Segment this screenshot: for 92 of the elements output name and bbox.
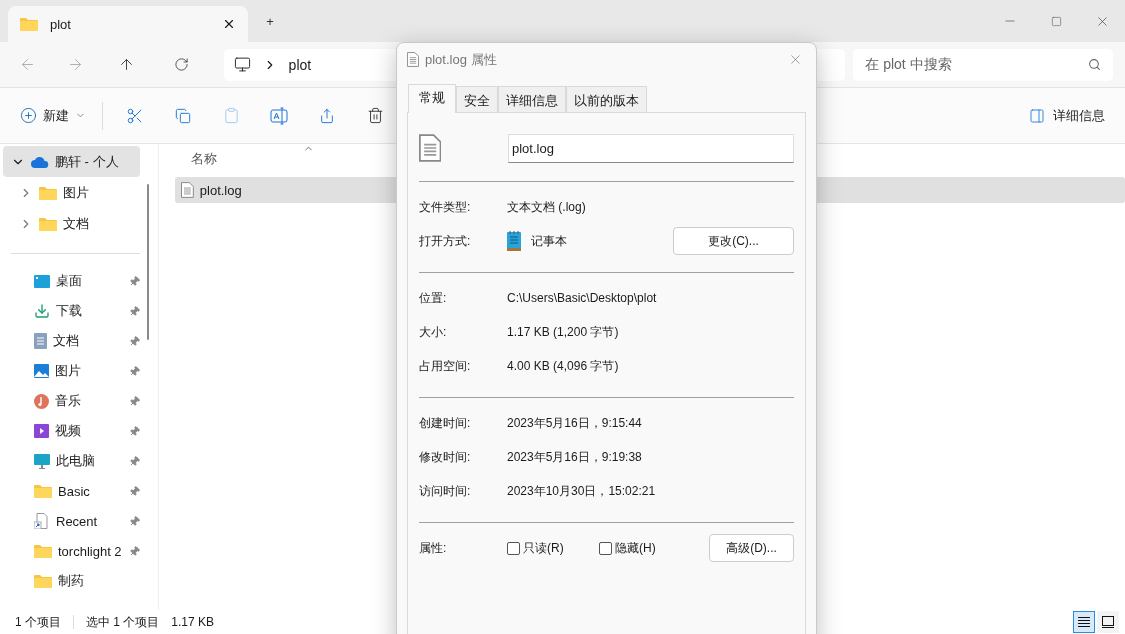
list-view-icon [1078, 617, 1090, 627]
tile-view-icon [1102, 616, 1114, 628]
search-field[interactable]: 在 plot 中搜索 [853, 48, 1113, 81]
property-label: 大小: [419, 323, 448, 341]
new-tab-button[interactable]: + [248, 5, 292, 37]
sidebar-item[interactable]: 鹏轩 - 个人 [3, 146, 140, 177]
property-label: 占用空间: [419, 357, 472, 375]
property-value: 4.00 KB (4,096 字节) [507, 357, 619, 375]
tab[interactable]: 以前的版本 [566, 86, 647, 113]
sidebar-item[interactable]: 图片 [0, 356, 140, 386]
document-icon [419, 134, 442, 162]
status-text: 1 个项目 [15, 613, 61, 631]
document-icon [407, 52, 419, 67]
close-icon[interactable] [222, 17, 236, 31]
notepad-icon [507, 231, 521, 251]
search-icon [1088, 58, 1101, 71]
video-icon [34, 424, 49, 438]
pictures-icon [34, 364, 49, 378]
document-icon [34, 333, 47, 349]
sidebar-item[interactable]: 文档 [0, 326, 140, 356]
status-text: 选中 1 个项目 [86, 613, 160, 631]
property-value: C:\Users\Basic\Desktop\plot [507, 291, 657, 305]
search-placeholder: 在 plot 中搜索 [865, 55, 952, 74]
folder-icon [34, 484, 52, 498]
property-label: 位置: [419, 289, 448, 307]
scissors-icon [126, 106, 144, 125]
copy-icon [175, 107, 191, 124]
sidebar-item[interactable]: torchlight 2 [0, 536, 140, 566]
property-label: 属性: [419, 539, 448, 557]
tab[interactable]: 常规 [408, 84, 456, 113]
advanced-button[interactable]: 高级(D)... [709, 534, 794, 562]
sidebar-item[interactable]: 文档 [3, 208, 140, 239]
folder-icon [39, 185, 57, 200]
trash-icon [366, 107, 384, 124]
browser-tab[interactable]: plot [8, 6, 248, 42]
sidebar-item[interactable]: 桌面 [0, 266, 140, 296]
folder-icon [39, 216, 57, 231]
view-button[interactable] [1073, 611, 1095, 633]
checkbox-label: 隐藏(H) [615, 539, 656, 557]
rename-icon [270, 106, 288, 125]
details-button[interactable]: 详细信息 [1023, 105, 1111, 126]
folder-icon [34, 574, 52, 588]
property-label: 创建时间: [419, 414, 472, 432]
desktop-icon [34, 274, 50, 288]
property-label: 打开方式: [419, 232, 472, 250]
view-button[interactable] [1097, 611, 1119, 633]
download-icon [34, 303, 50, 319]
property-value: 2023年5月16日，9:19:38 [507, 448, 642, 466]
sidebar-item[interactable]: 下载 [0, 296, 140, 326]
cloud-icon [31, 155, 49, 168]
sidebar-item[interactable]: Recent [0, 506, 140, 536]
property-value: 1.17 KB (1,200 字节) [507, 323, 619, 341]
music-icon [34, 393, 49, 409]
tab[interactable]: 详细信息 [498, 86, 566, 113]
recent-icon [34, 513, 50, 529]
tab[interactable]: 安全 [456, 86, 498, 113]
monitor-icon [233, 56, 251, 73]
file-name: plot.log [199, 182, 242, 198]
property-value: 文本文档 (.log) [507, 198, 586, 216]
change-button[interactable]: 更改(C)... [673, 227, 794, 255]
column-header[interactable]: 名称 [191, 150, 217, 168]
monitor-icon [34, 453, 50, 469]
sidebar-item[interactable]: 音乐 [0, 386, 140, 416]
sidebar-item[interactable]: 制药 [0, 566, 140, 596]
checkbox[interactable] [507, 541, 520, 555]
folder-icon [20, 17, 38, 31]
property-label: 访问时间: [419, 482, 472, 500]
panel-icon [1029, 107, 1045, 124]
refresh-icon [174, 57, 190, 72]
dialog-title: plot.log 属性 [425, 50, 498, 69]
property-value: 2023年5月16日，9:15:44 [507, 414, 642, 432]
plus-circle-icon [20, 107, 37, 124]
sidebar-item[interactable]: 图片 [3, 177, 140, 208]
file-name-field[interactable]: plot.log [508, 133, 794, 163]
sidebar-item[interactable]: 此电脑 [0, 446, 140, 476]
property-value: 2023年10月30日，15:02:21 [507, 482, 656, 500]
property-label: 文件类型: [419, 198, 472, 216]
folder-icon [34, 544, 52, 558]
property-label: 修改时间: [419, 448, 472, 466]
clipboard-icon [222, 107, 240, 124]
checkbox-label: 只读(R) [523, 539, 564, 557]
app-name: 记事本 [531, 232, 567, 250]
share-icon [319, 107, 335, 124]
checkbox[interactable] [599, 541, 612, 555]
new-button[interactable]: 新建 [20, 106, 86, 125]
tab-title: plot [50, 16, 72, 32]
status-text: 1.17 KB [171, 615, 215, 629]
maximize-icon [1050, 15, 1062, 27]
sidebar-item[interactable]: Basic [0, 476, 140, 506]
sidebar-item[interactable]: 视频 [0, 416, 140, 446]
text-file-icon [181, 182, 194, 198]
breadcrumb[interactable]: plot [288, 56, 312, 73]
